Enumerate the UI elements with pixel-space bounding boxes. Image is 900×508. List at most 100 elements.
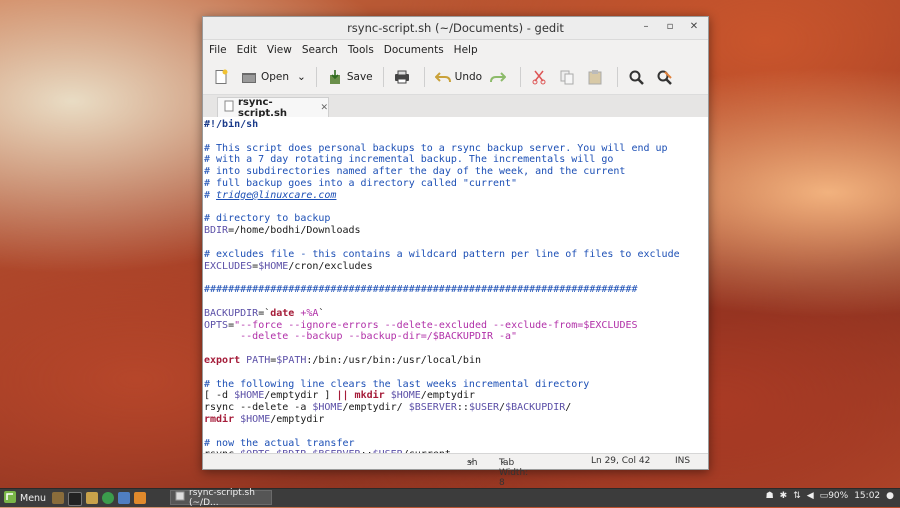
language-selector[interactable]: sh ⌄ — [467, 456, 477, 468]
menu-documents[interactable]: Documents — [384, 44, 444, 56]
menu-bar: File Edit View Search Tools Documents He… — [203, 40, 708, 60]
code-line[interactable]: rsync --delete -a $HOME/emptydir/ $BSERV… — [204, 402, 708, 414]
open-label: Open — [261, 71, 290, 83]
text-editor[interactable]: #!/bin/sh # This script does personal ba… — [203, 117, 708, 454]
taskbar: Menu rsync-script.sh (~/D... ☗ ✱ ⇅ ◀ ▭90… — [0, 488, 900, 508]
undo-button[interactable]: Undo — [431, 65, 486, 89]
code-token: # directory to backup — [204, 213, 331, 225]
tab-width-selector[interactable]: Tab Width: 8 ⌄ — [499, 456, 528, 488]
accessibility-icon[interactable]: ☗ — [766, 491, 774, 501]
print-button[interactable] — [390, 65, 418, 89]
minimize-button[interactable]: – — [640, 20, 652, 34]
code-line[interactable] — [204, 131, 708, 143]
code-line[interactable]: EXCLUDES=$HOME/cron/excludes — [204, 261, 708, 273]
code-line[interactable] — [204, 343, 708, 355]
taskbar-item-gedit[interactable]: rsync-script.sh (~/D... — [170, 488, 272, 508]
title-bar[interactable]: rsync-script.sh (~/Documents) - gedit – … — [203, 17, 708, 40]
start-menu-button[interactable]: Menu — [4, 491, 46, 506]
menu-file[interactable]: File — [209, 44, 227, 56]
code-token: mkdir — [354, 390, 385, 402]
terminal-icon[interactable] — [68, 492, 82, 506]
code-line[interactable]: # with a 7 day rotating incremental back… — [204, 154, 708, 166]
save-button[interactable]: Save — [323, 65, 377, 89]
virtualbox-icon[interactable] — [118, 492, 130, 504]
code-line[interactable]: BDIR=/home/bodhi/Downloads — [204, 225, 708, 237]
code-line[interactable]: # tridge@linuxcare.com — [204, 190, 708, 202]
code-line[interactable]: #!/bin/sh — [204, 119, 708, 131]
close-button[interactable]: ✕ — [688, 20, 700, 34]
clock[interactable]: 15:02 — [854, 491, 880, 501]
cut-icon — [531, 69, 547, 85]
status-bar: sh ⌄ Tab Width: 8 ⌄ Ln 29, Col 42 INS — [203, 453, 708, 488]
show-desktop-icon[interactable] — [52, 492, 64, 504]
menu-edit[interactable]: Edit — [237, 44, 257, 56]
menu-tools[interactable]: Tools — [348, 44, 374, 56]
menu-logo-icon — [4, 491, 16, 506]
save-label: Save — [346, 71, 373, 83]
replace-button[interactable] — [652, 65, 680, 89]
redo-button[interactable] — [486, 65, 514, 89]
menu-search[interactable]: Search — [302, 44, 338, 56]
code-line[interactable]: OPTS="--force --ignore-errors --delete-e… — [204, 320, 708, 332]
new-document-button[interactable] — [209, 65, 237, 89]
quick-launchers — [52, 492, 146, 506]
code-line[interactable] — [204, 296, 708, 308]
code-token: # the following line clears the last wee… — [204, 378, 590, 390]
undo-label: Undo — [454, 71, 483, 83]
code-line[interactable]: export PATH=$PATH:/bin:/usr/bin:/usr/loc… — [204, 355, 708, 367]
code-token: / — [565, 402, 572, 414]
browser-icon[interactable] — [102, 492, 114, 504]
code-token: # full backup goes into a directory call… — [204, 177, 518, 189]
code-line[interactable]: # the following line clears the last wee… — [204, 379, 708, 391]
code-line[interactable]: --delete --backup --backup-dir=/$BACKUPD… — [204, 331, 708, 343]
menu-view[interactable]: View — [267, 44, 292, 56]
files-icon[interactable] — [86, 492, 98, 504]
code-line[interactable]: BACKUPDIR=`date +%A` — [204, 308, 708, 320]
code-view[interactable]: #!/bin/sh # This script does personal ba… — [203, 117, 708, 454]
code-line[interactable]: # full backup goes into a directory call… — [204, 178, 708, 190]
code-token: :: — [456, 402, 469, 414]
code-line[interactable]: # directory to backup — [204, 213, 708, 225]
code-line[interactable] — [204, 237, 708, 249]
code-line[interactable] — [204, 202, 708, 214]
copy-button[interactable] — [555, 65, 583, 89]
open-recent-dropdown[interactable]: ⌄ — [293, 65, 310, 89]
network-icon[interactable]: ⇅ — [793, 491, 801, 501]
maximize-button[interactable]: ▫ — [664, 20, 676, 34]
code-line[interactable] — [204, 272, 708, 284]
code-line[interactable]: [ -d $HOME/emptydir ] || mkdir $HOME/emp… — [204, 390, 708, 402]
gedit-window: rsync-script.sh (~/Documents) - gedit – … — [202, 16, 709, 488]
code-token: :/bin:/usr/bin:/usr/local/bin — [306, 354, 481, 366]
tab-rsync-script[interactable]: rsync-script.sh ✕ — [217, 97, 329, 119]
code-line[interactable]: rmdir $HOME/emptydir — [204, 414, 708, 426]
code-line[interactable]: # now the actual transfer — [204, 438, 708, 450]
code-token: +%A — [294, 307, 319, 319]
code-line[interactable]: # excludes file - this contains a wildca… — [204, 249, 708, 261]
code-token: ########################################… — [204, 284, 638, 296]
code-token: || — [336, 390, 349, 402]
code-token: /emptydir/ — [342, 402, 409, 414]
code-token[interactable]: tridge@linuxcare.com — [216, 190, 336, 201]
code-token: EXCLUDES — [204, 260, 253, 272]
cut-button[interactable] — [527, 65, 555, 89]
save-icon — [327, 69, 343, 85]
battery-indicator[interactable]: ▭90% — [820, 491, 849, 501]
redo-icon — [490, 69, 507, 85]
menu-help[interactable]: Help — [454, 44, 478, 56]
code-line[interactable]: # into subdirectories named after the da… — [204, 166, 708, 178]
toolbar-separator — [617, 67, 619, 87]
open-button[interactable]: Open — [237, 65, 293, 89]
undo-icon — [434, 69, 451, 85]
tab-close-icon[interactable]: ✕ — [320, 103, 328, 113]
volume-icon[interactable]: ◀ — [807, 491, 814, 501]
app-launcher-icon[interactable] — [134, 492, 146, 504]
code-line[interactable]: # This script does personal backups to a… — [204, 143, 708, 155]
code-line[interactable] — [204, 367, 708, 379]
code-line[interactable] — [204, 426, 708, 438]
code-line[interactable]: ########################################… — [204, 284, 708, 296]
bluetooth-icon[interactable]: ✱ — [780, 491, 788, 501]
user-icon[interactable]: ● — [886, 491, 894, 501]
code-token: date — [270, 307, 295, 319]
find-button[interactable] — [624, 65, 652, 89]
paste-button[interactable] — [583, 65, 611, 89]
